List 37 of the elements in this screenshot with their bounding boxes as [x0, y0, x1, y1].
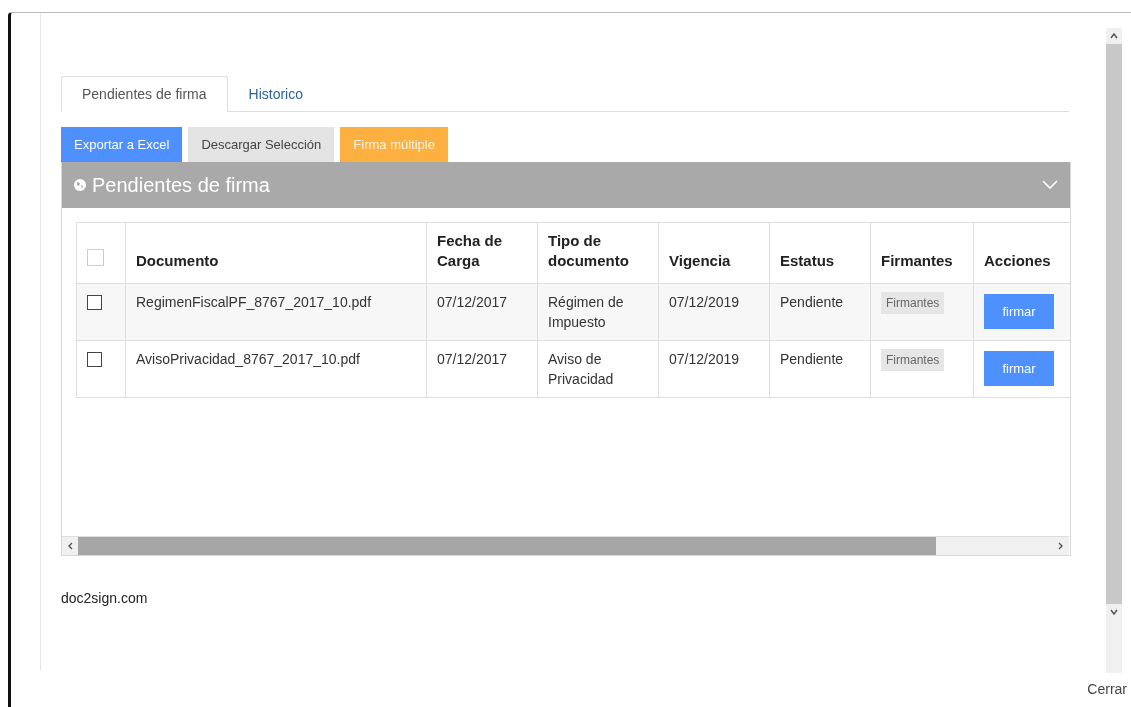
scroll-down-icon[interactable] — [1109, 608, 1119, 616]
column-header: Fecha de Carga — [437, 232, 503, 269]
sign-button[interactable]: firmar — [984, 351, 1054, 386]
signers-button[interactable]: Firmantes — [881, 292, 945, 314]
table-cell: Pendiente — [780, 351, 844, 367]
vertical-scrollbar[interactable] — [1106, 28, 1122, 673]
table-cell: 07/12/2019 — [669, 294, 740, 310]
column-header: Estatus — [780, 252, 835, 269]
table-cell: 07/12/2017 — [437, 351, 508, 367]
table-cell: 07/12/2017 — [437, 294, 508, 310]
signers-button[interactable]: Firmantes — [881, 349, 945, 371]
column-header: Vigencia — [669, 252, 731, 269]
checkbox[interactable] — [87, 352, 102, 367]
table-cell: 07/12/2019 — [669, 351, 740, 367]
table-cell: Aviso de Privacidad — [548, 351, 614, 387]
panel-title: Pendientes de firma — [92, 173, 271, 197]
scroll-right-icon[interactable] — [1058, 542, 1064, 550]
close-link[interactable]: Cerrar — [1087, 681, 1127, 697]
table-cell: RegimenFiscalPF_8767_2017_10.pdf — [136, 294, 372, 310]
toolbar-button[interactable]: Descargar Selección — [188, 127, 335, 162]
column-header: Documento — [136, 252, 219, 269]
column-header: Firmantes — [881, 252, 953, 269]
scroll-left-icon[interactable] — [67, 542, 73, 550]
checkbox[interactable] — [87, 295, 102, 310]
horizontal-scrollbar[interactable] — [62, 536, 1069, 555]
tab[interactable]: Historico — [227, 76, 324, 112]
column-header: Tipo de documento — [548, 232, 629, 269]
column-header: Acciones — [984, 252, 1051, 269]
globe-icon — [74, 179, 86, 191]
tab[interactable]: Pendientes de firma — [61, 76, 228, 112]
footer-text: doc2sign.com — [61, 590, 149, 606]
table-cell: Régimen de Impuesto — [548, 294, 624, 330]
toolbar-button[interactable]: Exportar a Excel — [61, 127, 183, 162]
sign-button[interactable]: firmar — [984, 294, 1054, 329]
table-cell: AvisoPrivacidad_8767_2017_10.pdf — [136, 351, 360, 367]
table-cell: Pendiente — [780, 294, 844, 310]
scroll-up-icon[interactable] — [1109, 32, 1119, 40]
